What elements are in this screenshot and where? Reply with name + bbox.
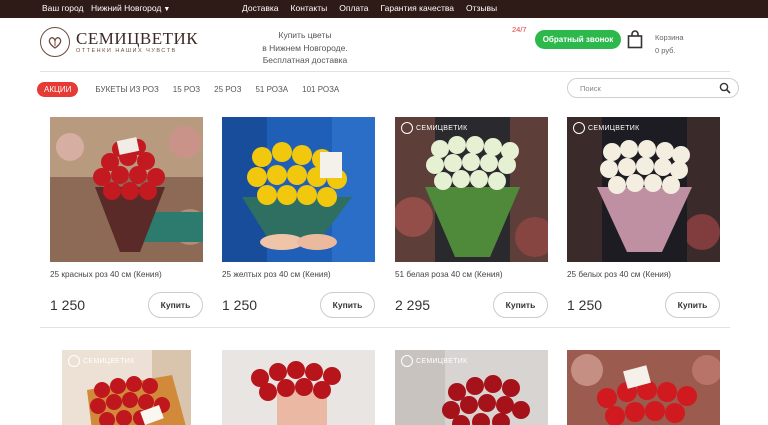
watermark-emblem-icon (401, 122, 413, 134)
logo[interactable]: СЕМИЦВЕТИК ОТТЕНКИ НАШИХ ЧУВСТВ (40, 27, 198, 57)
category-rose-bouquets[interactable]: Букеты из роз (95, 85, 158, 94)
cart-label: Корзина (655, 33, 684, 42)
product-price: 2 295 (395, 297, 431, 313)
watermark-emblem-icon (68, 355, 80, 367)
watermark-text: СЕМИЦВЕТИК (83, 357, 135, 365)
logo-emblem-icon (40, 27, 70, 57)
header-info-line1: Купить цветы (278, 30, 332, 40)
cart-total: 0 руб. (655, 46, 676, 55)
row-divider (40, 327, 730, 328)
buy-button[interactable]: Купить (493, 292, 548, 318)
category-nav: Акции Букеты из роз 15 роз 25 роз 51 роз… (37, 80, 353, 98)
category-promo[interactable]: Акции (37, 81, 79, 97)
category-51-roses[interactable]: 51 роза (255, 85, 288, 94)
watermark-logo: СЕМИЦВЕТИК (401, 122, 468, 134)
city-name: Нижний Новгород (91, 3, 162, 13)
product-price: 1 250 (222, 297, 258, 313)
header-divider (40, 71, 730, 72)
watermark-logo: СЕМИЦВЕТИК (68, 355, 135, 367)
watermark-logo: СЕМИЦВЕТИК (573, 122, 640, 134)
product-title[interactable]: 25 красных роз 40 см (Кения) (50, 270, 162, 279)
product-photo[interactable]: СЕМИЦВЕТИК (395, 117, 548, 262)
hours-label: 24/7 (512, 25, 527, 34)
product-photo[interactable] (222, 350, 375, 425)
nav-link-quality[interactable]: Гарантия качества (380, 3, 454, 13)
category-15-roses[interactable]: 15 роз (173, 85, 200, 94)
chevron-down-icon: ▼ (163, 6, 171, 13)
watermark-emblem-icon (573, 122, 585, 134)
product-photo[interactable]: СЕМИЦВЕТИК (62, 350, 191, 425)
product-title[interactable]: 25 желтых роз 40 см (Кения) (222, 270, 331, 279)
watermark-text: СЕМИЦВЕТИК (588, 124, 640, 132)
nav-link-delivery[interactable]: Доставка (242, 3, 279, 13)
logo-tagline: ОТТЕНКИ НАШИХ ЧУВСТВ (76, 48, 177, 54)
buy-button[interactable]: Купить (320, 292, 375, 318)
watermark-emblem-icon (401, 355, 413, 367)
product-photo[interactable] (567, 350, 720, 425)
product-title[interactable]: 25 белых роз 40 см (Кения) (567, 270, 671, 279)
product-price: 1 250 (50, 297, 86, 313)
product-photo[interactable] (222, 117, 375, 262)
buy-button[interactable]: Купить (148, 292, 203, 318)
nav-link-payment[interactable]: Оплата (339, 3, 368, 13)
category-25-roses[interactable]: 25 роз (214, 85, 241, 94)
header-info: Купить цветы в Нижнем Новгороде. Бесплат… (245, 29, 365, 67)
callback-button[interactable]: Обратный звонок (535, 30, 621, 49)
watermark-logo: СЕМИЦВЕТИК (401, 355, 468, 367)
nav-link-reviews[interactable]: Отзывы (466, 3, 497, 13)
nav-link-contacts[interactable]: Контакты (291, 3, 328, 13)
city-label: Ваш город (42, 3, 84, 13)
cart-summary[interactable]: Корзина 0 руб. (655, 31, 684, 57)
logo-name: СЕМИЦВЕТИК (76, 29, 199, 48)
watermark-text: СЕМИЦВЕТИК (416, 357, 468, 365)
city-selector[interactable]: Нижний Новгород ▼ (91, 3, 170, 13)
site-header: СЕМИЦВЕТИК ОТТЕНКИ НАШИХ ЧУВСТВ Купить ц… (0, 18, 768, 72)
search-box (567, 78, 739, 98)
header-info-line3: Бесплатная доставка (262, 55, 348, 65)
top-bar: Ваш город Нижний Новгород ▼ Доставка Конт… (0, 0, 768, 18)
product-title[interactable]: 51 белая роза 40 см (Кения) (395, 270, 503, 279)
top-nav: Доставка Контакты Оплата Гарантия качест… (242, 3, 497, 13)
watermark-text: СЕМИЦВЕТИК (416, 124, 468, 132)
product-price: 1 250 (567, 297, 603, 313)
header-info-line2: в Нижнем Новгороде. (262, 42, 348, 53)
search-icon[interactable] (719, 82, 731, 94)
product-photo[interactable]: СЕМИЦВЕТИК (395, 350, 548, 425)
product-photo[interactable] (50, 117, 203, 262)
buy-button[interactable]: Купить (665, 292, 720, 318)
shopping-bag-icon[interactable] (627, 30, 643, 49)
search-input[interactable] (580, 81, 710, 95)
category-101-roses[interactable]: 101 роза (302, 85, 339, 94)
product-photo[interactable]: СЕМИЦВЕТИК (567, 117, 720, 262)
